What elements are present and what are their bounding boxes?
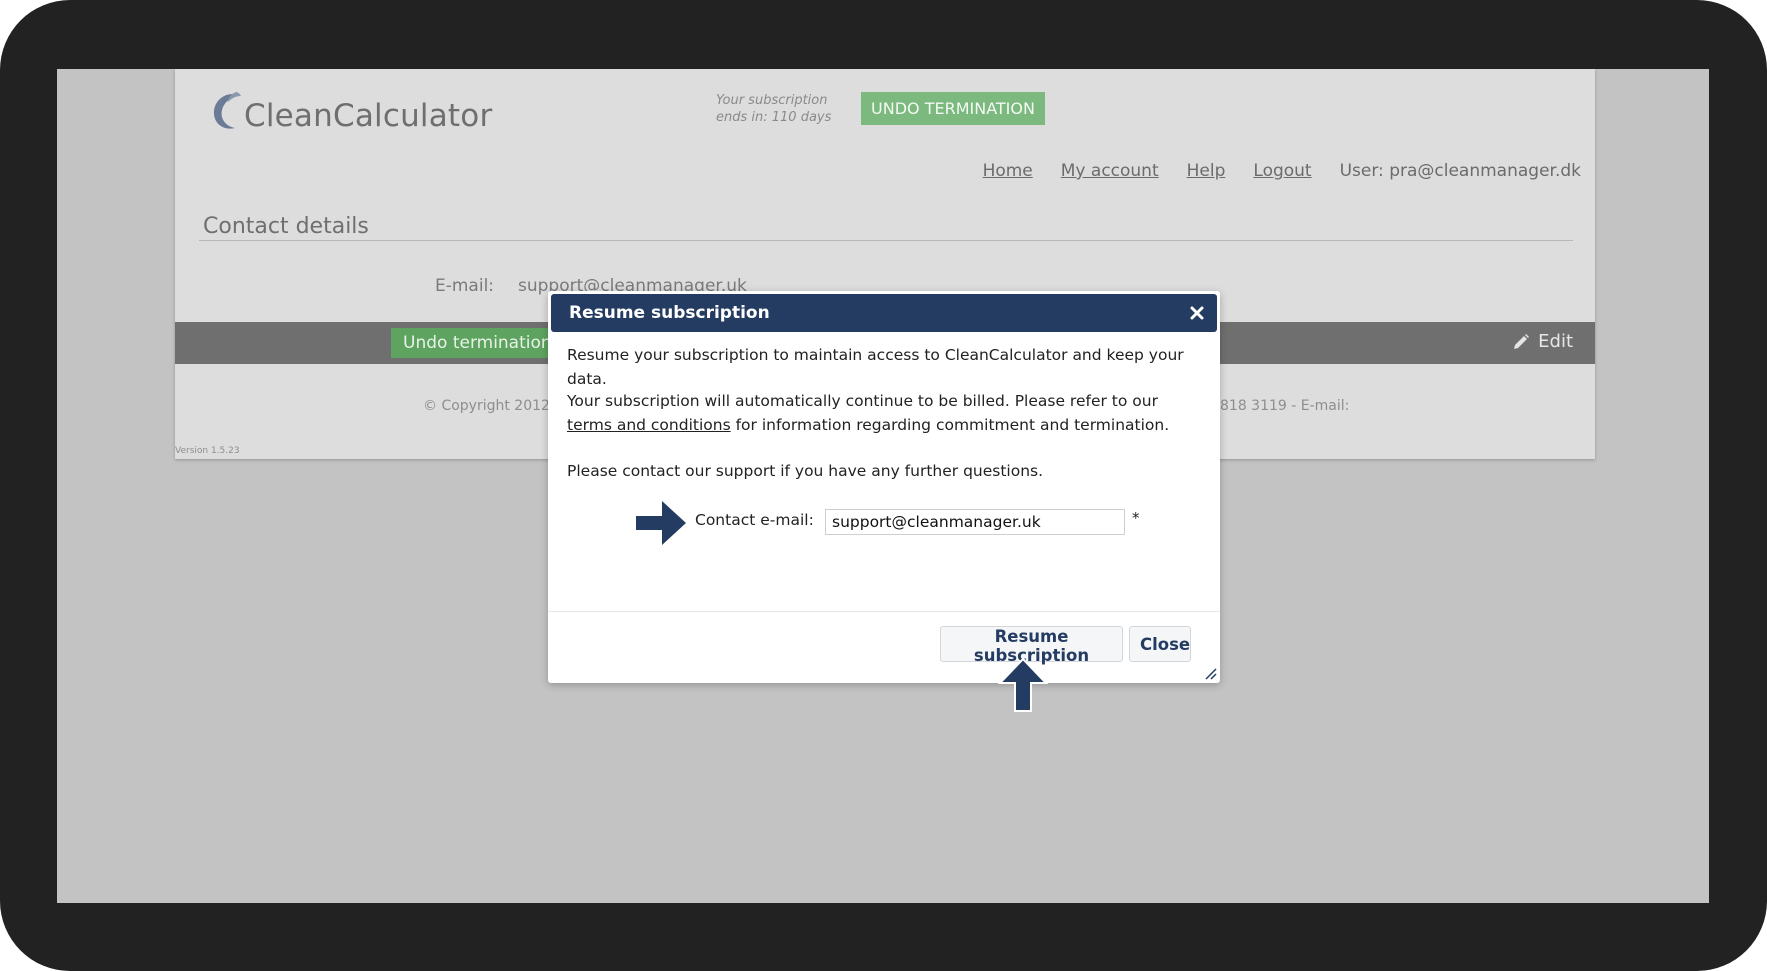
dialog-footer-divider: [548, 611, 1220, 612]
dialog-title: Resume subscription: [569, 303, 770, 323]
device-frame: CleanCalculator Your subscription ends i…: [0, 0, 1767, 971]
contact-email-label: Contact e-mail:: [695, 511, 814, 529]
contact-email-row: Contact e-mail: *: [548, 501, 1220, 545]
resume-subscription-dialog: Resume subscription Resume your subscrip…: [548, 291, 1220, 712]
dialog-paragraph-2-end: for information regarding commitment and…: [730, 416, 1170, 434]
screen: CleanCalculator Your subscription ends i…: [57, 69, 1709, 903]
dialog-paragraph-3: Please contact our support if you have a…: [567, 462, 1044, 480]
arrow-right-icon: [636, 501, 686, 545]
dialog-paragraph-1: Resume your subscription to maintain acc…: [567, 346, 1184, 388]
resize-grip-icon[interactable]: [1203, 666, 1217, 680]
arrow-up-icon: [998, 657, 1048, 712]
contact-email-input[interactable]: [825, 509, 1125, 535]
required-marker: *: [1132, 509, 1140, 527]
dialog-header[interactable]: Resume subscription: [551, 294, 1217, 332]
dialog-paragraph-2-start: Your subscription will automatically con…: [567, 392, 1158, 410]
close-button[interactable]: Close: [1129, 626, 1191, 662]
dialog-paragraph-2: Your subscription will automatically con…: [567, 389, 1207, 437]
dialog-body: Resume your subscription to maintain acc…: [567, 343, 1207, 480]
terms-and-conditions-link[interactable]: terms and conditions: [567, 416, 731, 434]
close-icon[interactable]: [1187, 303, 1207, 323]
